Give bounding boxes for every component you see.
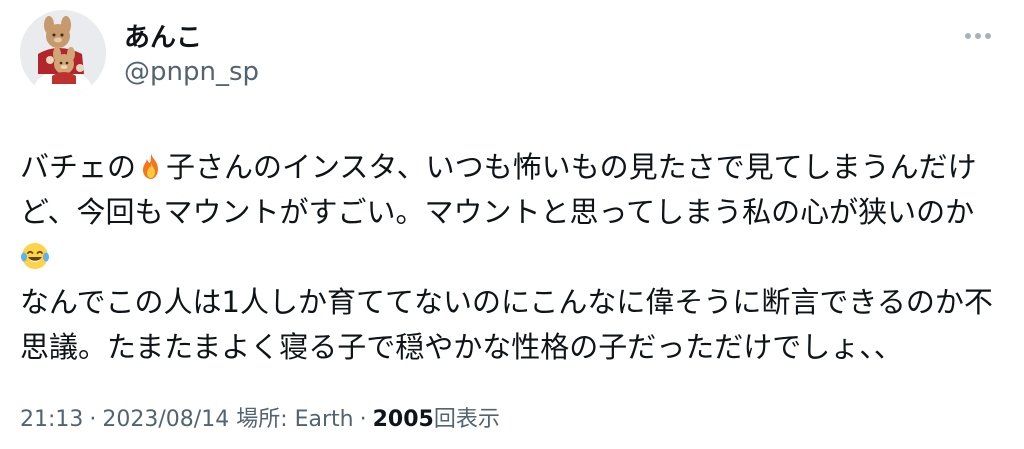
display-name[interactable]: あんこ xyxy=(124,22,202,54)
teddy-bear-avatar-icon xyxy=(20,10,106,96)
tweet-card: あんこ @pnpn_sp バチェの 子さんのインスタ、いつも怖いもの見たさで見て… xyxy=(0,0,1024,449)
tweet-line-1-start: バチェの xyxy=(20,150,137,184)
fire-emoji-icon xyxy=(136,151,166,181)
tweet-timestamp-date[interactable]: 2023/08/14 xyxy=(102,407,229,432)
meta-separator: · xyxy=(359,407,367,432)
views-count: 2005 xyxy=(372,407,434,432)
tweet-line-2: ど、今回もマウントがすごい。マウントと思ってしまう私の心が狭いのか xyxy=(20,195,975,229)
tweet-text: バチェの 子さんのインスタ、いつも怖いもの見たさで見てしまうんだけ ど、今回もマ… xyxy=(20,145,1010,370)
avatar[interactable] xyxy=(20,10,106,96)
tweet-line-1-end: 子さんのインスタ、いつも怖いもの見たさで見てしまうんだけ xyxy=(166,150,977,184)
tweet-meta: 21:13 · 2023/08/14 場所: Earth · 2005回表示 xyxy=(20,404,500,436)
user-handle[interactable]: @pnpn_sp xyxy=(124,56,259,88)
tweet-line-4: なんでこの人は1人しか育ててないのにこんなに偉そうに断言できるのか不 xyxy=(20,285,993,319)
more-horizontal-icon xyxy=(963,33,993,39)
tweet-line-5: 思議。たまたまよく寝る子で穏やかな性格の子だっただけでしょ、、 xyxy=(20,330,903,364)
tweet-line-3 xyxy=(20,235,1010,280)
more-options-button[interactable] xyxy=(958,24,998,48)
tweet-location[interactable]: 場所: Earth xyxy=(236,407,353,432)
views-label: 回表示 xyxy=(433,407,500,432)
meta-separator: · xyxy=(89,407,97,432)
tweet-line-1: バチェの 子さんのインスタ、いつも怖いもの見たさで見てしまうんだけ xyxy=(20,145,1010,190)
tweet-timestamp-time[interactable]: 21:13 xyxy=(20,407,83,432)
face-with-tears-of-joy-emoji-icon xyxy=(20,241,50,271)
